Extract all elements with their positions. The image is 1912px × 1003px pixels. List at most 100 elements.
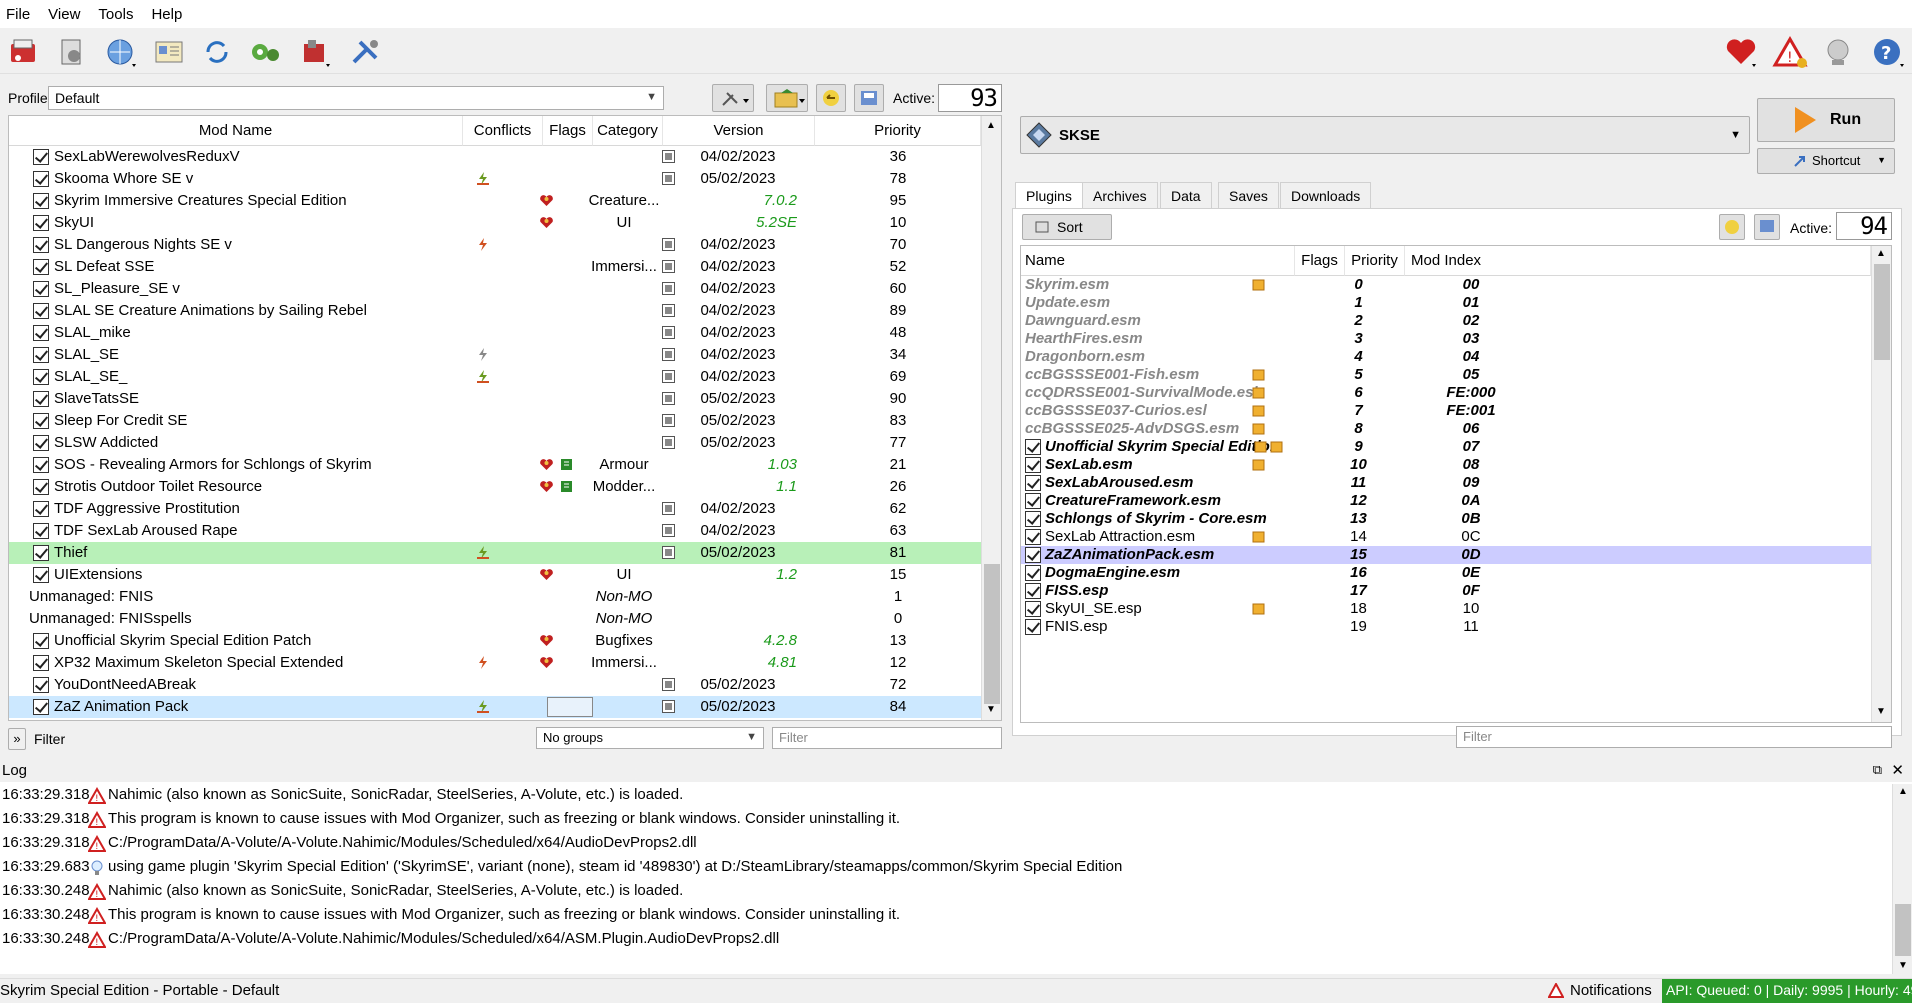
plugin-checkbox[interactable] bbox=[1025, 511, 1041, 527]
mod-checkbox[interactable] bbox=[33, 633, 49, 649]
log-scrollbar[interactable]: ▲ ▼ bbox=[1892, 784, 1912, 974]
plugin-row[interactable]: SkyUI_SE.esp 18 10 bbox=[1021, 600, 1871, 618]
open-folder-button[interactable] bbox=[766, 84, 808, 112]
tools-plugin-icon[interactable] bbox=[296, 34, 334, 70]
profiles-icon[interactable] bbox=[150, 34, 188, 70]
plugin-row[interactable]: Skyrim.esm 0 00 bbox=[1021, 276, 1871, 294]
mod-checkbox[interactable] bbox=[33, 171, 49, 187]
mod-checkbox[interactable] bbox=[33, 523, 49, 539]
mod-row[interactable]: XP32 Maximum Skeleton Special Extended Im… bbox=[9, 652, 981, 674]
mod-checkbox[interactable] bbox=[33, 501, 49, 517]
scrollbar-thumb[interactable] bbox=[1895, 904, 1911, 956]
mod-row[interactable]: Sleep For Credit SE 05/02/2023 83 bbox=[9, 410, 981, 432]
plugin-row[interactable]: SexLab.esm 10 08 bbox=[1021, 456, 1871, 474]
mod-row[interactable]: UIExtensions UI 1.2 15 bbox=[9, 564, 981, 586]
help-icon[interactable]: ? bbox=[1868, 34, 1906, 70]
plugin-checkbox[interactable] bbox=[1025, 439, 1041, 455]
col-header-conflicts[interactable]: Conflicts bbox=[463, 116, 543, 146]
expand-icon[interactable]: » bbox=[8, 728, 26, 750]
mod-checkbox[interactable] bbox=[33, 457, 49, 473]
notifications-label[interactable]: Notifications bbox=[1570, 982, 1652, 999]
chevron-down-icon[interactable]: ▼ bbox=[1898, 960, 1908, 971]
plugin-row[interactable]: ccQDRSSE001-SurvivalMode.esl 6 FE:000 bbox=[1021, 384, 1871, 402]
mod-checkbox[interactable] bbox=[33, 303, 49, 319]
plugin-row[interactable]: FISS.esp 17 0F bbox=[1021, 582, 1871, 600]
col-header-flags[interactable]: Flags bbox=[1295, 246, 1345, 276]
mod-row[interactable]: ZaZ Animation Pack 05/02/2023 84 bbox=[9, 696, 981, 718]
mod-checkbox[interactable] bbox=[33, 699, 49, 715]
chevron-up-icon[interactable]: ▲ bbox=[1898, 786, 1908, 797]
mod-row[interactable]: SOS - Revealing Armors for Schlongs of S… bbox=[9, 454, 981, 476]
mod-checkbox[interactable] bbox=[33, 215, 49, 231]
mod-checkbox[interactable] bbox=[33, 677, 49, 693]
mod-row[interactable]: YouDontNeedABreak 05/02/2023 72 bbox=[9, 674, 981, 696]
plugin-row[interactable]: Unofficial Skyrim Special Editio... 9 07 bbox=[1021, 438, 1871, 456]
col-header-flags[interactable]: Flags bbox=[543, 116, 593, 146]
mod-row[interactable]: SLAL_SE 04/02/2023 34 bbox=[9, 344, 981, 366]
plugin-row[interactable]: ccBGSSSE001-Fish.esm 5 05 bbox=[1021, 366, 1871, 384]
run-button[interactable]: Run bbox=[1757, 98, 1895, 142]
menu-view[interactable]: View bbox=[48, 6, 80, 23]
create-backup-button[interactable] bbox=[854, 84, 884, 112]
scrollbar-thumb[interactable] bbox=[984, 564, 1000, 704]
col-header-priority[interactable]: Priority bbox=[1345, 246, 1405, 276]
plugin-row[interactable]: Dragonborn.esm 4 04 bbox=[1021, 348, 1871, 366]
executable-select[interactable]: SKSE ▼ bbox=[1020, 116, 1750, 154]
mod-row[interactable]: SL Dangerous Nights SE v 04/02/2023 70 bbox=[9, 234, 981, 256]
plugin-row[interactable]: ZaZAnimationPack.esm 15 0D bbox=[1021, 546, 1871, 564]
plugin-row[interactable]: FNIS.esp 19 11 bbox=[1021, 618, 1871, 636]
plugin-checkbox[interactable] bbox=[1025, 457, 1041, 473]
plugin-checkbox[interactable] bbox=[1025, 475, 1041, 491]
plugin-row[interactable]: CreatureFramework.esm 12 0A bbox=[1021, 492, 1871, 510]
profile-select[interactable]: Default ▼ bbox=[48, 86, 664, 110]
executables-icon[interactable] bbox=[246, 34, 284, 70]
scrollbar-thumb[interactable] bbox=[1874, 264, 1890, 360]
mod-row[interactable]: Strotis Outdoor Toilet Resource Modder...… bbox=[9, 476, 981, 498]
mod-row[interactable]: SLAL_SE_ 04/02/2023 69 bbox=[9, 366, 981, 388]
mod-checkbox[interactable] bbox=[33, 567, 49, 583]
tab-archives[interactable]: Archives bbox=[1082, 182, 1158, 208]
mod-row[interactable]: SexLabWerewolvesReduxV 04/02/2023 36 bbox=[9, 146, 981, 168]
restore-plugins-icon[interactable] bbox=[1719, 214, 1745, 240]
mod-row[interactable]: Unofficial Skyrim Special Edition Patch B… bbox=[9, 630, 981, 652]
plugin-row[interactable]: SexLabAroused.esm 11 09 bbox=[1021, 474, 1871, 492]
chevron-up-icon[interactable]: ▲ bbox=[1876, 248, 1886, 259]
plugin-row[interactable]: Update.esm 1 01 bbox=[1021, 294, 1871, 312]
col-header-name[interactable]: Name bbox=[1021, 246, 1295, 276]
plugin-row[interactable]: DogmaEngine.esm 16 0E bbox=[1021, 564, 1871, 582]
tab-saves[interactable]: Saves bbox=[1218, 182, 1279, 208]
update-icon[interactable] bbox=[1820, 34, 1858, 70]
tab-data[interactable]: Data bbox=[1160, 182, 1212, 208]
menu-tools[interactable]: Tools bbox=[98, 6, 133, 23]
sort-button[interactable]: Sort bbox=[1022, 214, 1112, 240]
mod-checkbox[interactable] bbox=[33, 259, 49, 275]
col-header-category[interactable]: Category bbox=[593, 116, 663, 146]
plugin-row[interactable]: HearthFires.esm 3 03 bbox=[1021, 330, 1871, 348]
mod-checkbox[interactable] bbox=[33, 347, 49, 363]
chevron-up-icon[interactable]: ▲ bbox=[986, 120, 996, 131]
plugin-checkbox[interactable] bbox=[1025, 547, 1041, 563]
refresh-icon[interactable] bbox=[198, 34, 236, 70]
mod-checkbox[interactable] bbox=[33, 237, 49, 253]
mod-checkbox[interactable] bbox=[33, 435, 49, 451]
mod-row[interactable]: SLSW Addicted 05/02/2023 77 bbox=[9, 432, 981, 454]
warning-icon[interactable]: ! bbox=[1772, 34, 1810, 70]
mod-checkbox[interactable] bbox=[33, 369, 49, 385]
menu-help[interactable]: Help bbox=[151, 6, 182, 23]
plugin-row[interactable]: Dawnguard.esm 2 02 bbox=[1021, 312, 1871, 330]
mod-row[interactable]: SL Defeat SSE Immersi... 04/02/2023 52 bbox=[9, 256, 981, 278]
plugin-row[interactable]: Schlongs of Skyrim - Core.esm 13 0B bbox=[1021, 510, 1871, 528]
plugin-row[interactable]: ccBGSSSE037-Curios.esl 7 FE:001 bbox=[1021, 402, 1871, 420]
mod-list-scrollbar[interactable]: ▲ ▼ bbox=[981, 116, 1001, 720]
plugin-checkbox[interactable] bbox=[1025, 619, 1041, 635]
settings-icon[interactable] bbox=[346, 34, 384, 70]
mod-row[interactable]: Unmanaged: FNISspells Non-MO 0 bbox=[9, 608, 981, 630]
mod-row[interactable]: Unmanaged: FNIS Non-MO 1 bbox=[9, 586, 981, 608]
col-header-version[interactable]: Version bbox=[663, 116, 815, 146]
mod-checkbox[interactable] bbox=[33, 413, 49, 429]
mod-checkbox[interactable] bbox=[33, 281, 49, 297]
mod-checkbox[interactable] bbox=[33, 545, 49, 561]
mod-checkbox[interactable] bbox=[33, 325, 49, 341]
nexus-icon[interactable] bbox=[52, 34, 90, 70]
plugin-checkbox[interactable] bbox=[1025, 601, 1041, 617]
